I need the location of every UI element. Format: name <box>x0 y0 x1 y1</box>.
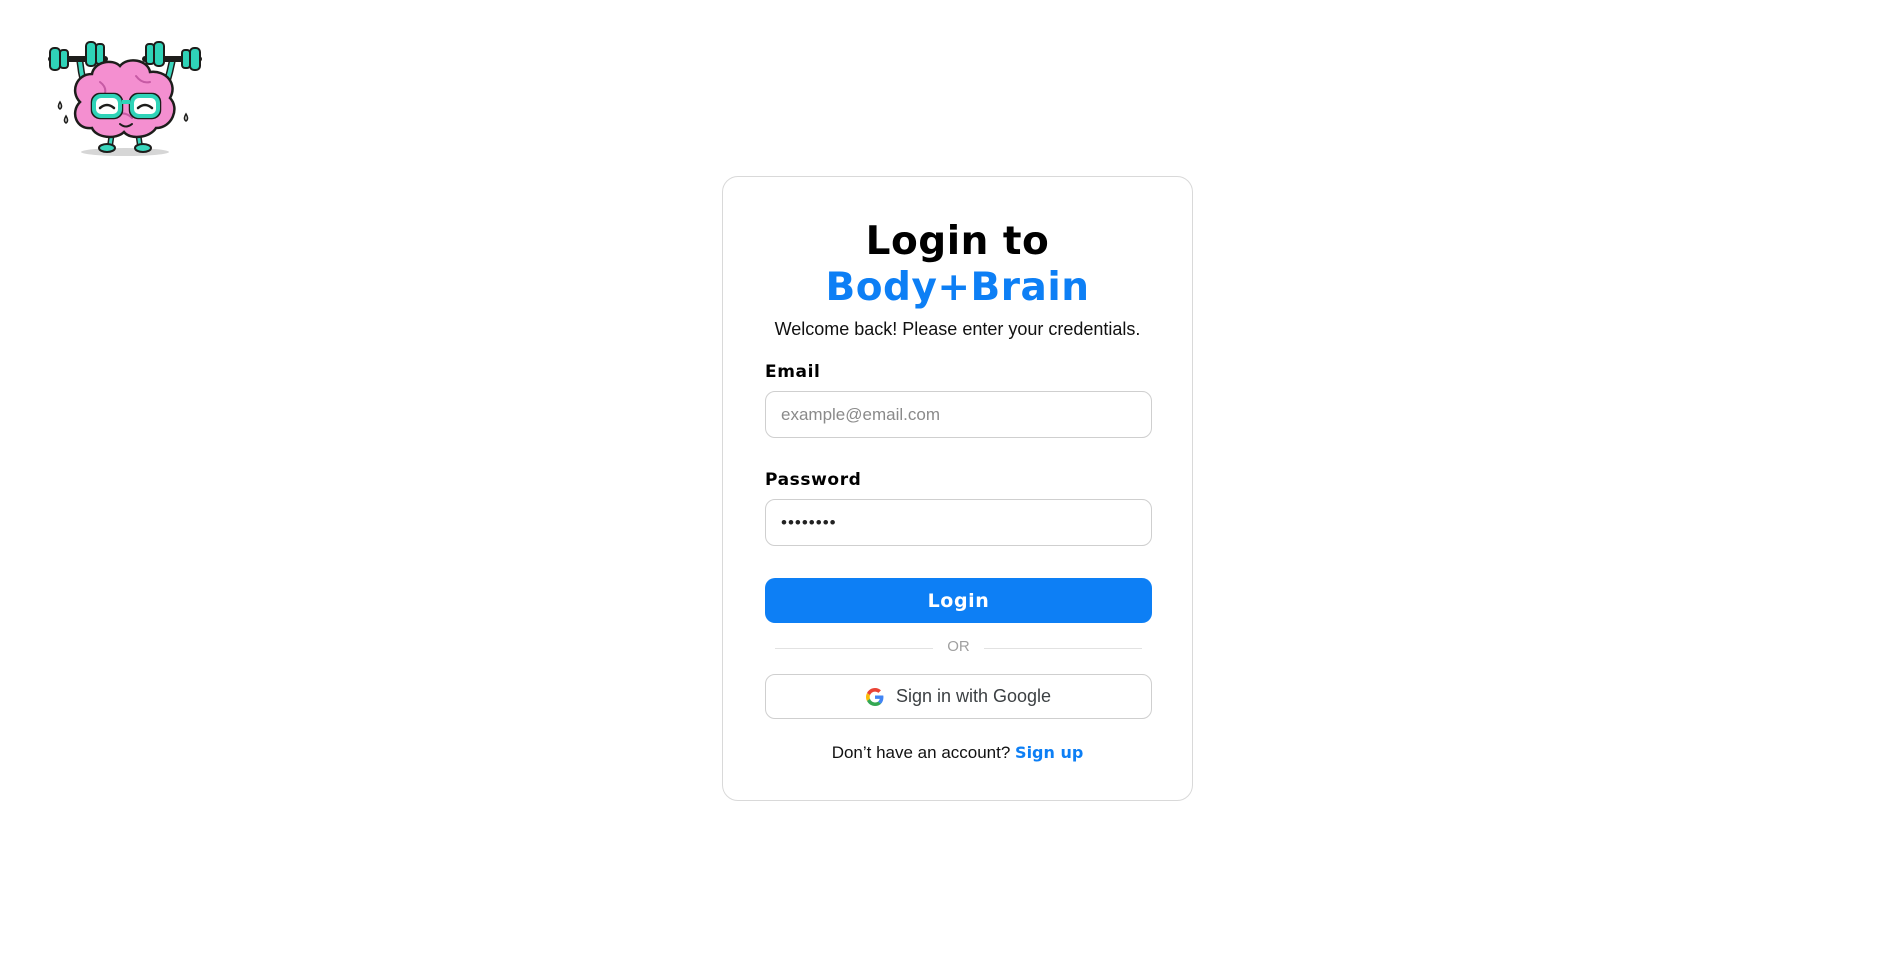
signup-row: Don’t have an account? Sign up <box>723 743 1192 763</box>
welcome-subtitle: Welcome back! Please enter your credenti… <box>774 319 1141 339</box>
email-field[interactable] <box>765 391 1152 438</box>
page-title: Login to <box>865 219 1050 264</box>
login-button[interactable]: Login <box>765 578 1152 623</box>
google-g-icon <box>865 687 884 706</box>
password-label: Password <box>765 470 862 490</box>
google-sign-in-button[interactable]: Sign in with Google <box>765 674 1152 719</box>
email-label: Email <box>765 362 821 382</box>
brain-mascot-icon <box>48 41 202 156</box>
brand-name: Body+Brain <box>825 265 1090 310</box>
google-button-label: Sign in with Google <box>895 686 1052 706</box>
brain-mascot-logo[interactable] <box>46 32 204 158</box>
divider-text: OR <box>947 638 970 655</box>
login-card: Login to Body+Brain Welcome back! Please… <box>722 176 1193 801</box>
signup-prompt: Don’t have an account? <box>831 743 1016 762</box>
divider-line-right <box>984 648 1142 649</box>
password-field[interactable] <box>765 499 1152 546</box>
signup-link[interactable]: Sign up <box>1015 743 1083 762</box>
